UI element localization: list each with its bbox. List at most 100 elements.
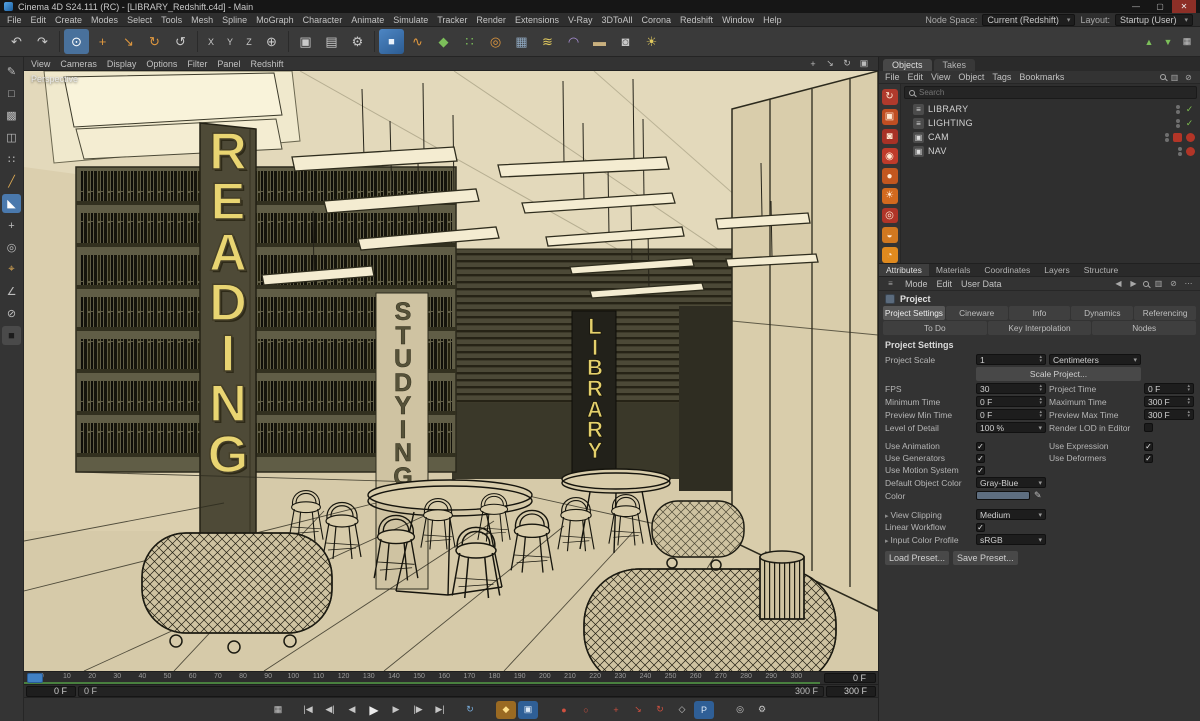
autokey-icon[interactable]: ●	[554, 701, 574, 719]
nav-forward-icon[interactable]: ▶	[1128, 279, 1139, 289]
use-generators-checkbox[interactable]: ✓	[976, 453, 985, 463]
menu-character[interactable]: Character	[303, 15, 343, 25]
close-button[interactable]: ✕	[1172, 0, 1196, 13]
palette-tiles-icon[interactable]: ▦	[1178, 33, 1196, 51]
prev-key-icon[interactable]: ◀|	[320, 701, 340, 719]
record-position-icon[interactable]: +	[606, 701, 626, 719]
quantize-icon[interactable]: ∠	[2, 282, 21, 301]
menu-3dtoall[interactable]: 3DToAll	[601, 15, 632, 25]
maximum-time-field[interactable]: 300 F ▴ ▾	[1144, 396, 1194, 407]
lock-x-axis-icon[interactable]: X	[202, 33, 220, 51]
node-space-dropdown[interactable]: Current (Redshift)	[982, 13, 1076, 26]
project-scale-field[interactable]: 1 ▴ ▾	[976, 354, 1046, 365]
linear-workflow-checkbox[interactable]: ✓	[976, 522, 985, 532]
edit-menu[interactable]: Edit	[937, 279, 953, 289]
tab-project-settings[interactable]: Project Settings	[883, 306, 945, 320]
redshift-proxy-icon[interactable]: ◉	[881, 148, 898, 165]
redshift-light-icon[interactable]: ●	[881, 168, 898, 184]
object-search-input[interactable]	[919, 88, 1192, 97]
menu-help[interactable]: Help	[763, 15, 782, 25]
enabled-check-icon[interactable]: ✓	[1184, 118, 1195, 129]
redshift-camera-tag-icon[interactable]	[1173, 132, 1182, 142]
goto-start-icon[interactable]: |◀	[298, 701, 318, 719]
enabled-check-icon[interactable]: ✓	[1184, 104, 1195, 115]
redo-icon[interactable]: ↷	[30, 29, 55, 54]
menu-tracker[interactable]: Tracker	[437, 15, 467, 25]
play-button-icon[interactable]: ▶	[364, 701, 384, 719]
attr-lock-icon[interactable]: ⊘	[1168, 279, 1179, 289]
points-mode-icon[interactable]: ∷	[2, 150, 21, 169]
vp-menu-redshift[interactable]: Redshift	[250, 59, 283, 69]
attr-filter-icon[interactable]: ▥	[1153, 279, 1164, 289]
timeline-playhead[interactable]	[27, 673, 43, 683]
expander-icon[interactable]: ▸	[885, 513, 889, 520]
spline-pen-icon[interactable]: ∿	[405, 29, 430, 54]
record-parameter-icon[interactable]: ◇	[672, 701, 692, 719]
redshift-material-icon[interactable]: ◙	[881, 128, 898, 145]
viewport-solo-icon[interactable]: ◎	[2, 238, 21, 257]
load-preset-button[interactable]: Load Preset...	[885, 551, 950, 565]
mode-menu[interactable]: Mode	[905, 279, 928, 289]
minimum-time-field[interactable]: 0 F ▴ ▾	[976, 396, 1046, 407]
tab-cineware[interactable]: Cineware	[945, 306, 1008, 320]
toolbar-overflow-up-icon[interactable]: ▲	[1140, 33, 1158, 51]
vp-menu-panel[interactable]: Panel	[217, 59, 240, 69]
tab-attributes[interactable]: Attributes	[879, 264, 929, 276]
generators-icon[interactable]: ◆	[431, 29, 456, 54]
tree-item-library[interactable]: ≡ LIBRARY ✓	[903, 102, 1198, 116]
menu-render[interactable]: Render	[476, 15, 506, 25]
fields-icon[interactable]: ≋	[535, 29, 560, 54]
maximize-button[interactable]: ▢	[1148, 0, 1172, 13]
camera-icon[interactable]: ◙	[613, 29, 638, 54]
make-preview-icon[interactable]: ▦	[268, 701, 288, 719]
level-of-detail-dropdown[interactable]: 100 %	[976, 422, 1046, 433]
vp-menu-view[interactable]: View	[31, 59, 50, 69]
layout-dropdown[interactable]: Startup (User)	[1114, 13, 1193, 26]
preview-range-slider[interactable]: 0 F 300 F	[78, 685, 824, 697]
toolbar-overflow-down-icon[interactable]: ▼	[1159, 33, 1177, 51]
record-keyframe-icon[interactable]: ◆	[496, 700, 516, 719]
tab-materials[interactable]: Materials	[929, 264, 977, 276]
view-toggle-icon[interactable]: ▣	[857, 58, 871, 69]
menu-spline[interactable]: Spline	[222, 15, 247, 25]
om-lock-icon[interactable]: ⊘	[1183, 72, 1194, 82]
redshift-render-icon[interactable]: ↻	[881, 89, 898, 105]
menu-mesh[interactable]: Mesh	[191, 15, 213, 25]
display-filter-icon[interactable]: ■	[2, 326, 21, 345]
eyedropper-icon[interactable]: ✎	[1034, 490, 1042, 501]
fps-field[interactable]: 30 ▴ ▾	[976, 383, 1046, 394]
use-deformers-checkbox[interactable]: ✓	[1144, 453, 1153, 463]
om-filter-icon[interactable]: ▥	[1169, 72, 1180, 82]
scale-tool-icon[interactable]: ↘	[116, 29, 141, 54]
visibility-toggles[interactable]	[1178, 146, 1182, 156]
solo-animation-icon[interactable]: ◎	[730, 701, 750, 719]
edges-mode-icon[interactable]: ╱	[2, 172, 21, 191]
viewport-camera-label[interactable]: Perspective	[31, 74, 78, 84]
next-frame-icon[interactable]: ▶	[386, 701, 406, 719]
menu-file[interactable]: File	[7, 15, 22, 25]
view-clipping-dropdown[interactable]: Medium	[976, 509, 1046, 520]
vp-menu-cameras[interactable]: Cameras	[60, 59, 97, 69]
menu-simulate[interactable]: Simulate	[393, 15, 428, 25]
om-menu-tags[interactable]: Tags	[992, 72, 1011, 82]
redshift-tag-icon[interactable]	[1186, 132, 1195, 142]
om-menu-view[interactable]: View	[931, 72, 950, 82]
menu-create[interactable]: Create	[55, 15, 82, 25]
redshift-sun-icon[interactable]: ☀	[881, 187, 898, 204]
menu-select[interactable]: Select	[127, 15, 152, 25]
vp-menu-options[interactable]: Options	[146, 59, 177, 69]
attr-search-icon[interactable]	[1143, 280, 1149, 287]
record-rotation-icon[interactable]: ↻	[650, 701, 670, 719]
tree-item-lighting[interactable]: ≡ LIGHTING ✓	[903, 116, 1198, 130]
view-zoom-icon[interactable]: ↘	[823, 58, 837, 69]
redshift-portal-icon[interactable]: ◔	[881, 247, 898, 264]
range-start-field[interactable]: 0 F	[26, 685, 76, 697]
nav-back-icon[interactable]: ◀	[1113, 279, 1124, 289]
preview-max-field[interactable]: 300 F ▴ ▾	[1144, 409, 1194, 420]
tab-takes[interactable]: Takes	[933, 59, 976, 71]
vp-menu-filter[interactable]: Filter	[187, 59, 207, 69]
render-settings-icon[interactable]: ⚙	[345, 29, 370, 54]
goto-end-icon[interactable]: ▶|	[430, 701, 450, 719]
tree-item-cam[interactable]: ▣ CAM	[903, 130, 1198, 144]
use-motion-system-checkbox[interactable]: ✓	[976, 465, 985, 475]
